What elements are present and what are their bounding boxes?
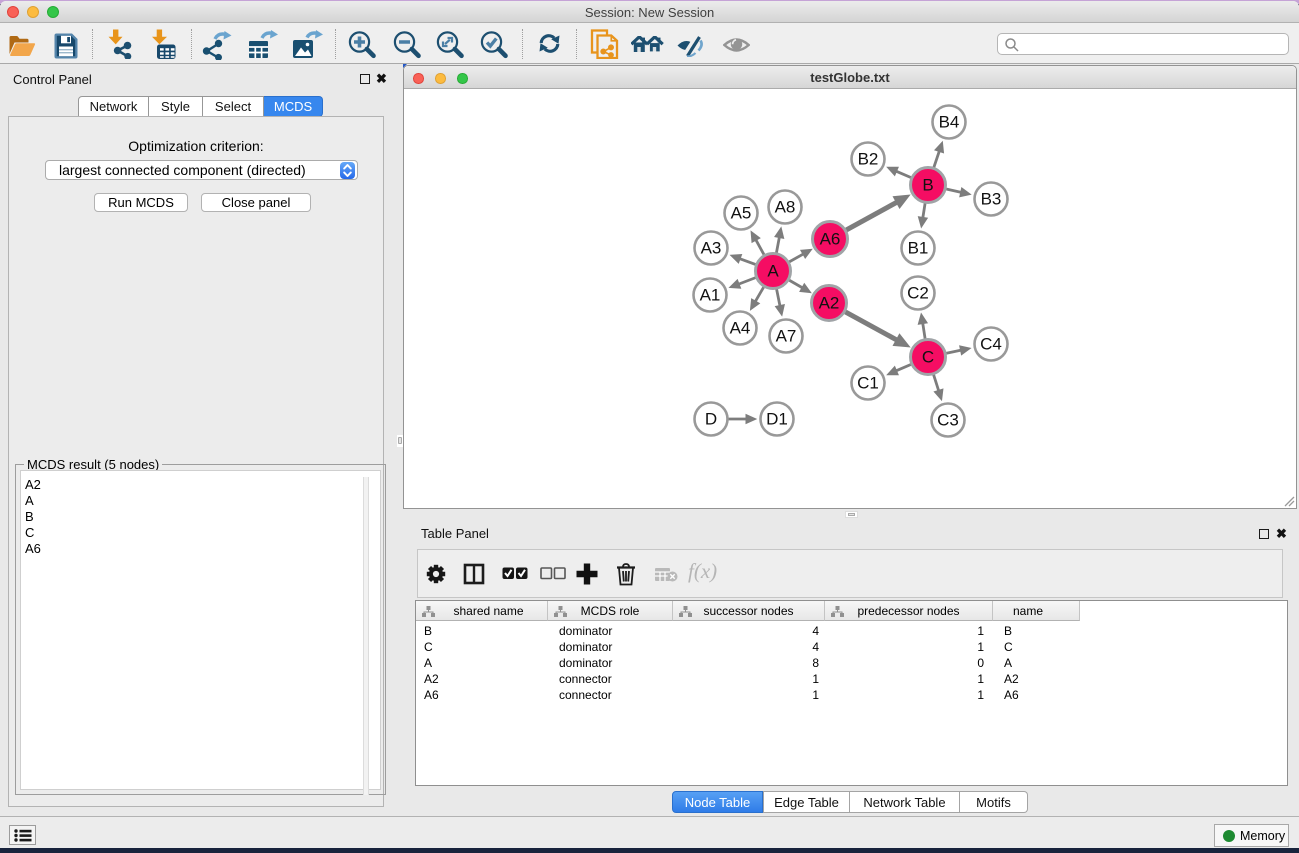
svg-text:A6: A6	[820, 230, 841, 249]
svg-text:A8: A8	[775, 198, 796, 217]
svg-text:B3: B3	[981, 190, 1002, 209]
svg-text:D: D	[705, 410, 717, 429]
svg-text:A: A	[767, 262, 779, 281]
svg-text:A1: A1	[700, 286, 721, 305]
svg-text:A5: A5	[731, 204, 752, 223]
svg-text:C3: C3	[937, 411, 959, 430]
svg-text:A2: A2	[819, 294, 840, 313]
svg-text:D1: D1	[766, 410, 788, 429]
svg-text:A4: A4	[730, 319, 751, 338]
svg-text:B1: B1	[908, 239, 929, 258]
svg-text:B4: B4	[939, 113, 960, 132]
svg-text:C4: C4	[980, 335, 1002, 354]
svg-text:C: C	[922, 348, 934, 367]
svg-text:A3: A3	[701, 239, 722, 258]
svg-text:B: B	[922, 176, 933, 195]
svg-text:C1: C1	[857, 374, 879, 393]
svg-text:B2: B2	[858, 150, 879, 169]
svg-text:A7: A7	[776, 327, 797, 346]
svg-text:C2: C2	[907, 284, 929, 303]
